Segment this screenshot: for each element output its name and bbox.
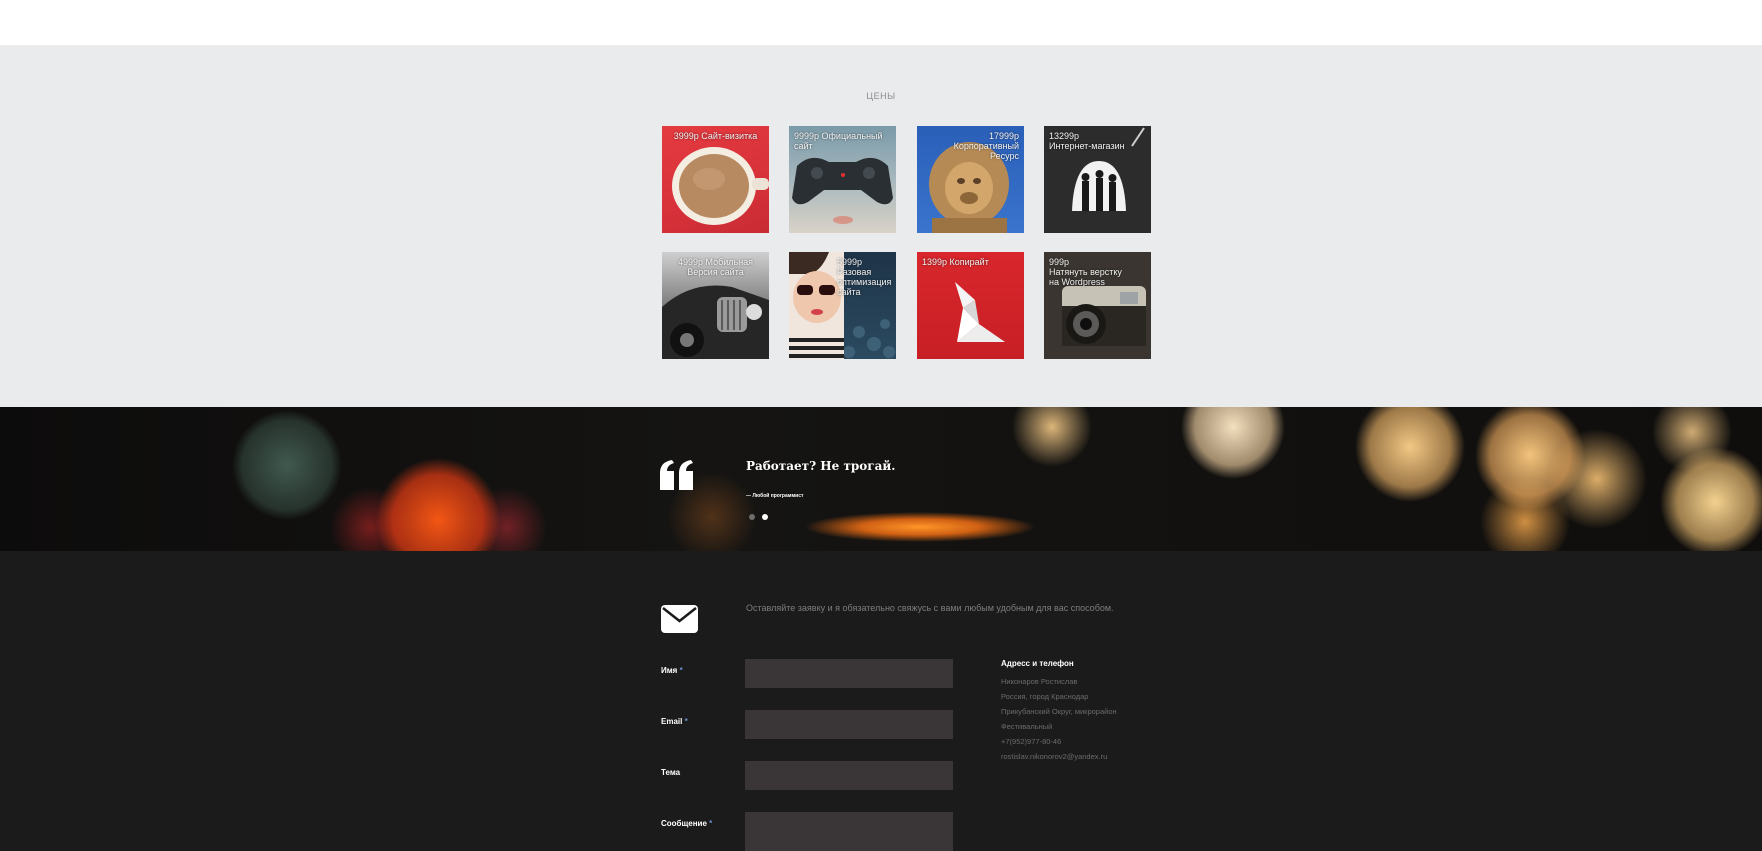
coffee-cup-photo <box>672 147 769 225</box>
price-tile-mobile-version[interactable]: 4999р Мобильная Версия сайта <box>662 252 769 359</box>
phone-number[interactable]: +7(952)977-80-46 <box>1001 737 1061 746</box>
origami-bird-photo <box>955 282 1005 342</box>
email-link[interactable]: rostislav.nikonorov2@yandex.ru <box>1001 752 1107 761</box>
price-tile-corporate[interactable]: 17999р Корпоративный Ресурс <box>917 126 1024 233</box>
message-field[interactable] <box>745 812 953 851</box>
price-tile-label: 3999р Сайт-визитка <box>673 131 758 141</box>
testimonial-section: Работает? Не трогай. — Любой программист <box>0 407 1762 551</box>
slider-dot-active[interactable] <box>762 514 768 520</box>
price-tile-business-card[interactable]: 3999р Сайт-визитка <box>662 126 769 233</box>
price-tile-label: 999р Натянуть верстку на Wordpress <box>1049 257 1122 287</box>
price-tile-copywriting[interactable]: 1399р Копирайт <box>917 252 1024 359</box>
address-line: Прикубанский Округ, микрорайон <box>1001 707 1117 716</box>
quote-text: Работает? Не трогай. <box>746 459 896 473</box>
slider-dot[interactable] <box>749 514 755 520</box>
name-label: Имя * <box>661 666 683 675</box>
price-tile-label: 1399р Копирайт <box>922 257 989 267</box>
prices-section: ЦЕНЫ 3999р Сайт-визитка 9999р Официальны… <box>0 45 1762 407</box>
price-tile-label: 13299р Интернет-магазин <box>1049 131 1125 151</box>
price-tile-wordpress[interactable]: 999р Натянуть верстку на Wordpress <box>1044 252 1151 359</box>
price-tile-label: 17999р Корпоративный Ресурс <box>953 131 1019 161</box>
required-mark: * <box>679 666 683 675</box>
contact-intro: Оставляйте заявку и я обязательно свяжус… <box>746 603 1114 613</box>
quote-author: — Любой программист <box>746 493 804 499</box>
price-tile-label: 5999р Разовая оптимизация сайта <box>837 257 892 297</box>
subject-field[interactable] <box>745 761 953 790</box>
email-label: Email * <box>661 717 688 726</box>
prices-title: ЦЕНЫ <box>866 91 896 101</box>
address-title: Адресс и телефон <box>1001 659 1074 668</box>
required-mark: * <box>709 819 713 828</box>
price-tile-label: 4999р Мобильная Версия сайта <box>677 257 754 277</box>
message-label: Сообщение * <box>661 819 713 828</box>
price-tile-online-store[interactable]: 13299р Интернет-магазин <box>1044 126 1151 233</box>
contact-section: Оставляйте заявку и я обязательно свяжус… <box>0 551 1762 851</box>
address-line: Россия, город Краснодар <box>1001 692 1089 701</box>
email-field[interactable] <box>745 710 953 739</box>
top-band <box>0 0 1762 45</box>
name-field[interactable] <box>745 659 953 688</box>
address-line: Фестивальный <box>1001 722 1053 731</box>
subject-label: Тема <box>661 768 681 777</box>
envelope-icon <box>661 605 698 633</box>
quote-icon <box>660 460 693 490</box>
price-tile-official-site[interactable]: 9999р Официальный сайт <box>789 126 896 233</box>
address-line: Никонаров Ростислав <box>1001 677 1078 686</box>
price-tile-label: 9999р Официальный сайт <box>794 131 883 151</box>
required-mark: * <box>684 717 688 726</box>
price-tile-seo[interactable]: 5999р Разовая оптимизация сайта <box>789 252 896 359</box>
